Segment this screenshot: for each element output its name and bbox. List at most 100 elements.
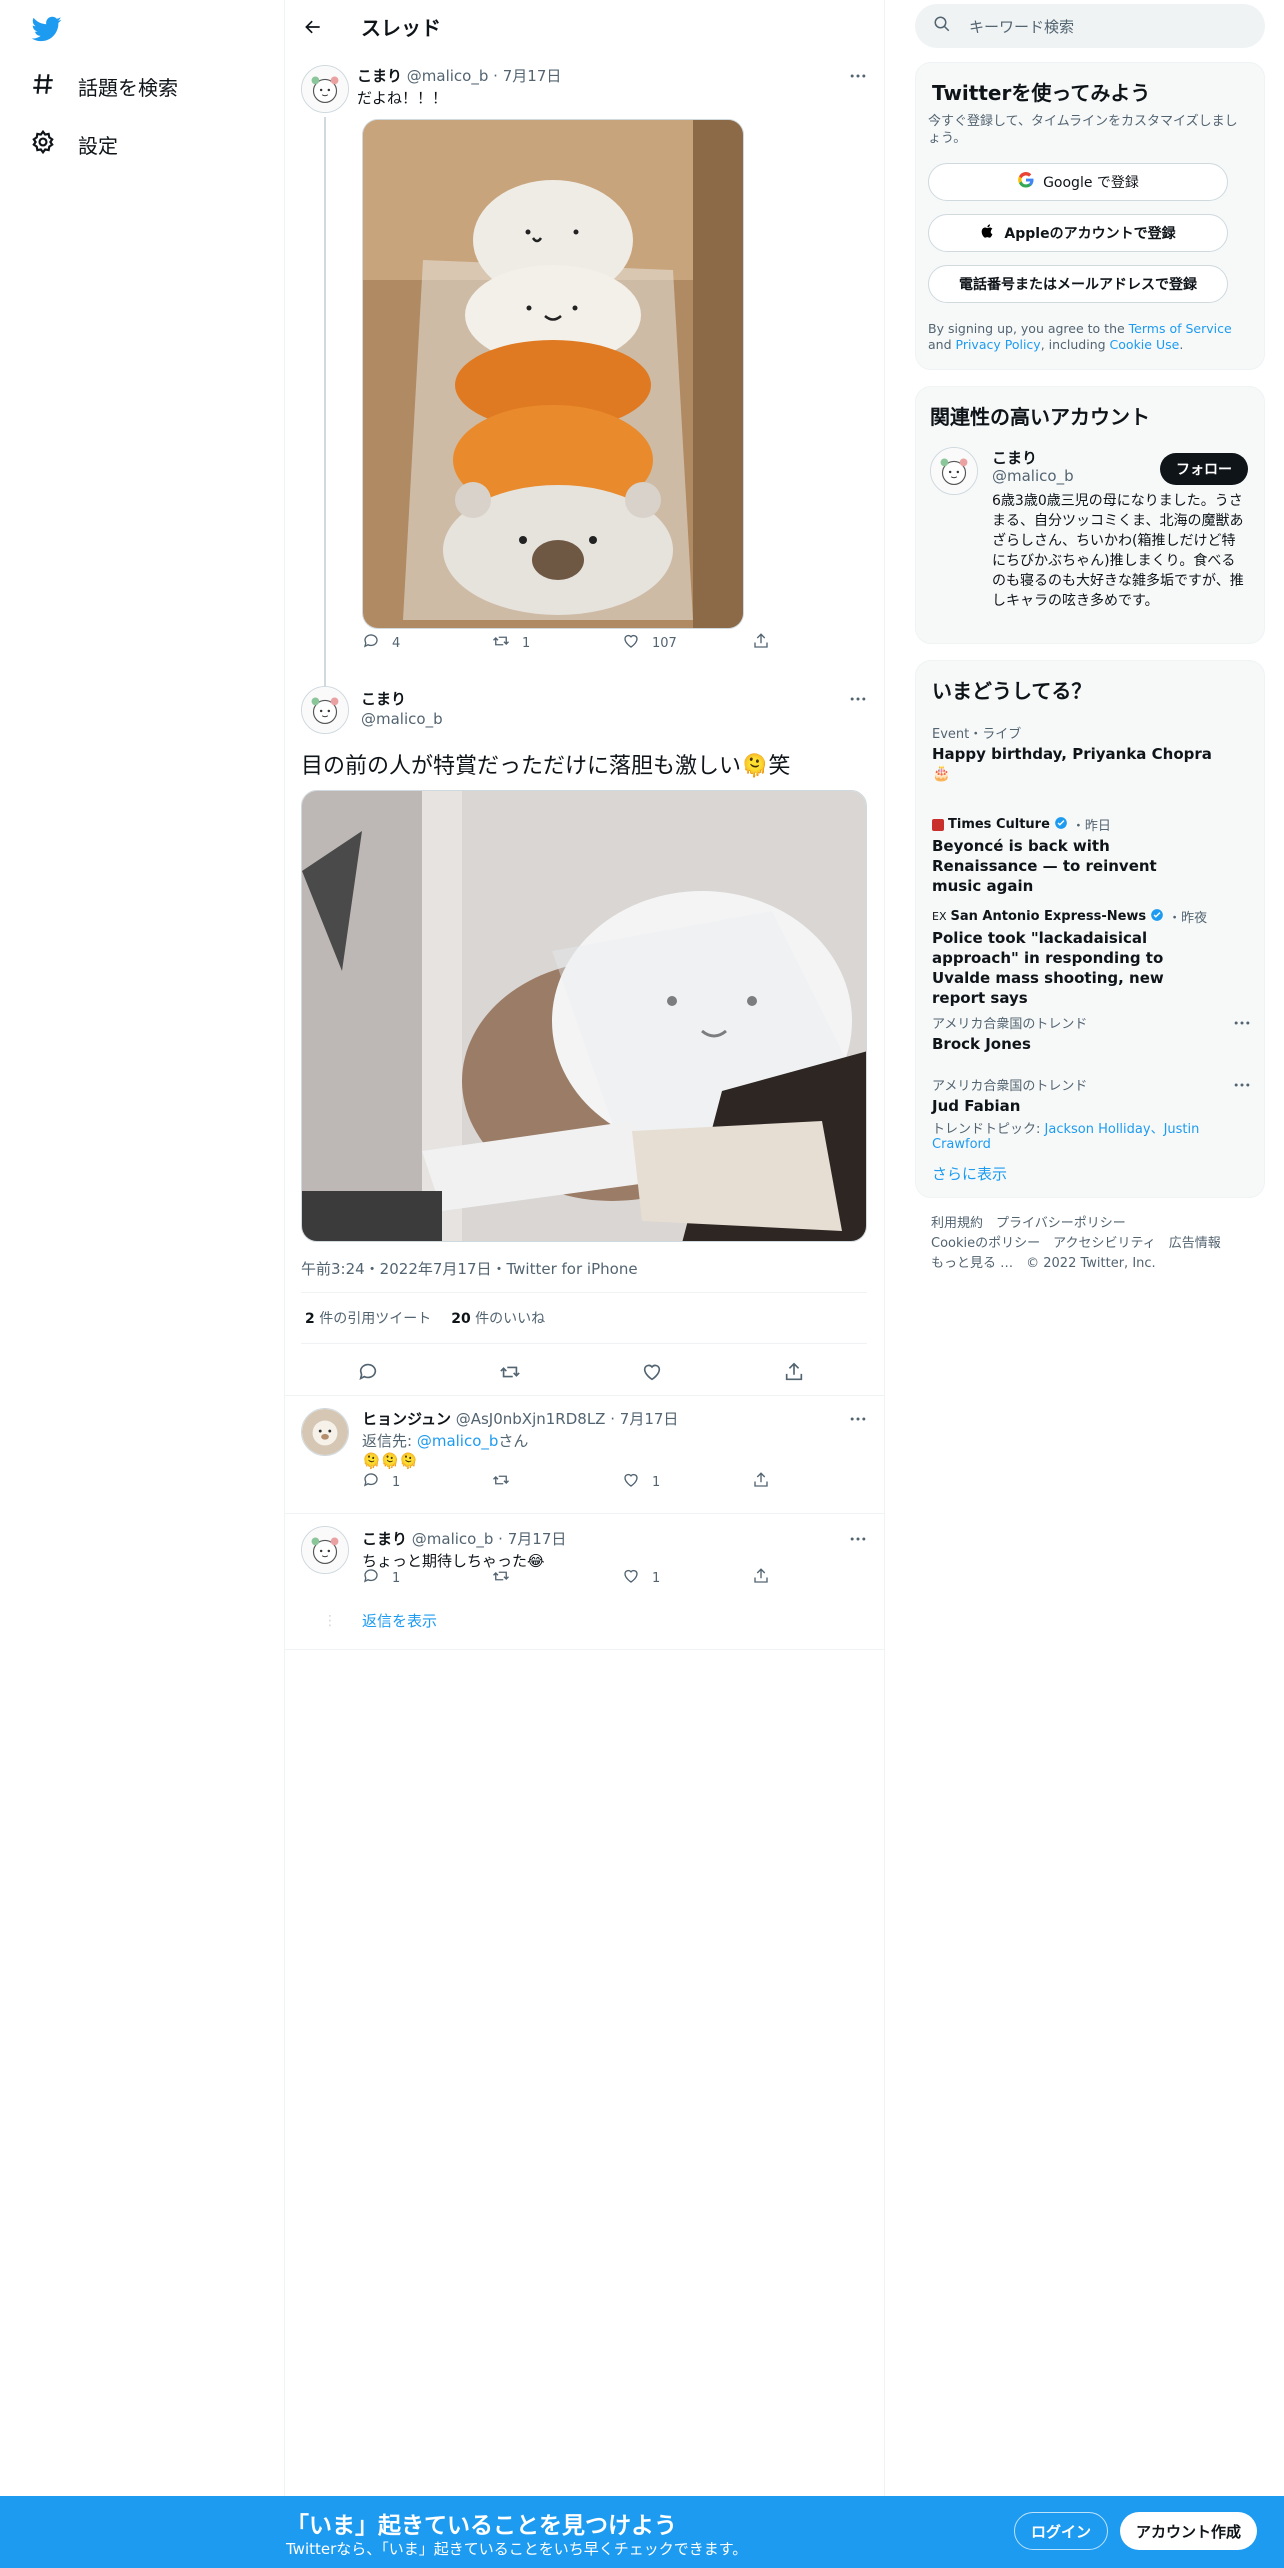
retweet-button[interactable]: 1: [492, 632, 530, 654]
trend-item[interactable]: アメリカ合衆国のトレンド Brock Jones: [932, 1013, 1252, 1054]
quote-tweets-link[interactable]: 2 件の引用ツイート: [305, 1308, 431, 1328]
reply-2-header: こまり @malico_b · 7月17日: [362, 1530, 567, 1548]
reply-button[interactable]: 1: [362, 1567, 400, 1589]
avatar[interactable]: [301, 686, 349, 734]
reply-count: 1: [392, 1474, 401, 1490]
trends-card: いまどうしてる？ Event・ライブ Happy birthday, Priya…: [915, 660, 1265, 1198]
nav-explore-label: 話題を検索: [78, 75, 178, 100]
search-input[interactable]: キーワード検索: [915, 4, 1265, 48]
more-options-icon[interactable]: [1232, 1013, 1252, 1037]
times-culture-icon: [932, 818, 944, 831]
google-signup-button[interactable]: Google で登録: [928, 163, 1228, 201]
back-arrow-icon[interactable]: [301, 15, 325, 39]
reply-icon[interactable]: [357, 1361, 379, 1387]
share-button[interactable]: [752, 632, 770, 654]
related-bio: 6歳3歳0歳三児の母になりました。うさまる、自分ツッコミくま、北海の魔獣あざらし…: [992, 493, 1244, 609]
footer-line-2[interactable]: Cookieのポリシー アクセシビリティ 広告情報: [931, 1234, 1221, 1254]
verified-icon: [1054, 816, 1068, 834]
reply-icon: [362, 632, 380, 654]
avatar[interactable]: [301, 1408, 349, 1456]
more-options-icon[interactable]: [1232, 1075, 1252, 1099]
likes-link[interactable]: 20 件のいいね: [451, 1308, 545, 1328]
reply-to-line: 返信先: @malico_bさん: [362, 1432, 529, 1450]
avatar[interactable]: [930, 447, 978, 495]
heart-icon: [622, 632, 640, 654]
retweet-button[interactable]: [492, 1567, 510, 1589]
twitter-logo-icon[interactable]: [30, 14, 64, 44]
tweet-date[interactable]: 7月17日: [508, 1530, 567, 1548]
author-handle[interactable]: @malico_b: [361, 710, 443, 728]
phone-email-signup-button[interactable]: 電話番号またはメールアドレスで登録: [928, 265, 1228, 303]
more-options-icon[interactable]: [847, 1408, 869, 1430]
privacy-link[interactable]: Privacy Policy: [956, 337, 1041, 352]
more-options-icon[interactable]: [847, 65, 869, 87]
bottom-bar-title: 「いま」起きていることを見つけよう: [286, 2513, 677, 2539]
nav-explore[interactable]: 話題を検索: [30, 66, 178, 106]
tweet-meta[interactable]: 午前3:24・2022年7月17日・Twitter for iPhone: [301, 1258, 638, 1279]
like-button[interactable]: 1: [622, 1567, 660, 1589]
author-name[interactable]: こまり: [361, 688, 406, 709]
share-button[interactable]: [752, 1471, 770, 1493]
footer-line-3[interactable]: もっと見る … © 2022 Twitter, Inc.: [931, 1254, 1221, 1274]
bottom-signup-bar: 「いま」起きていることを見つけよう Twitterなら、「いま」起きていることを…: [0, 2496, 1284, 2568]
avatar[interactable]: [301, 65, 349, 113]
gear-icon: [30, 129, 56, 160]
retweet-button[interactable]: [492, 1471, 510, 1493]
show-more-link[interactable]: さらに表示: [932, 1163, 1007, 1184]
main-tweet: こまり @malico_b 目の前の人が特賞だっただけに落胆も激しい🫠笑 午前3…: [285, 668, 885, 1396]
author-name[interactable]: ヒョンジュン: [362, 1410, 451, 1428]
share-icon[interactable]: [783, 1361, 805, 1387]
footer-line-1[interactable]: 利用規約 プライバシーポリシー: [931, 1214, 1221, 1234]
share-icon: [752, 632, 770, 654]
author-handle[interactable]: @AsJ0nbXjn1RD8LZ: [456, 1410, 606, 1428]
more-options-icon[interactable]: [847, 688, 869, 710]
trend-item[interactable]: EX San Antonio Express-News ・昨夜 Police t…: [932, 907, 1252, 1008]
author-name[interactable]: こまり: [357, 67, 402, 85]
hashtag-icon: [30, 71, 56, 102]
tweet-1[interactable]: こまり @malico_b · 7月17日 だよね！！！ 4 1 107: [285, 53, 885, 707]
share-icon: [752, 1567, 770, 1589]
avatar[interactable]: [301, 1526, 349, 1574]
tweet-date[interactable]: 7月17日: [503, 67, 562, 85]
reply-tweet-2[interactable]: こまり @malico_b · 7月17日 ちょっと期待しちゃった😂 1 1 ⋮…: [285, 1514, 885, 1650]
share-button[interactable]: [752, 1567, 770, 1589]
author-name[interactable]: こまり: [362, 1530, 407, 1548]
follow-button[interactable]: フォロー: [1160, 453, 1248, 485]
retweet-icon: [492, 1567, 510, 1589]
retweet-icon[interactable]: [499, 1361, 521, 1387]
search-icon: [933, 15, 951, 37]
more-options-icon[interactable]: [847, 1528, 869, 1550]
heart-icon: [622, 1471, 640, 1493]
reply-button[interactable]: 4: [362, 632, 400, 654]
tweet-photo[interactable]: [362, 119, 744, 629]
signup-card: Twitterを使ってみよう 今すぐ登録して、タイムラインをカスタマイズしましょ…: [915, 62, 1265, 370]
login-button[interactable]: ログイン: [1014, 2512, 1109, 2550]
trend-item[interactable]: Times Culture ・昨日 Beyoncé is back with R…: [932, 815, 1252, 896]
related-name[interactable]: こまり: [992, 447, 1037, 468]
author-handle[interactable]: @malico_b: [407, 67, 489, 85]
terms-link[interactable]: Terms of Service: [1129, 321, 1232, 336]
tweet-date[interactable]: 7月17日: [620, 1410, 679, 1428]
tweet-photo[interactable]: [301, 790, 867, 1242]
author-handle[interactable]: @malico_b: [412, 1530, 494, 1548]
heart-icon[interactable]: [641, 1361, 663, 1387]
footer-links: 利用規約 プライバシーポリシー Cookieのポリシー アクセシビリティ 広告情…: [931, 1214, 1221, 1274]
like-button[interactable]: 1: [622, 1471, 660, 1493]
nav-settings[interactable]: 設定: [30, 124, 118, 164]
related-handle[interactable]: @malico_b: [992, 467, 1074, 485]
show-replies-link[interactable]: 返信を表示: [362, 1610, 437, 1631]
reply-button[interactable]: 1: [362, 1471, 400, 1493]
trend-item[interactable]: Event・ライブ Happy birthday, Priyanka Chopr…: [932, 723, 1252, 782]
related-title: 関連性の高いアカウント: [930, 405, 1150, 429]
reply-tweet-1[interactable]: ヒョンジュン @AsJ0nbXjn1RD8LZ · 7月17日 返信先: @ma…: [285, 1396, 885, 1514]
create-account-button[interactable]: アカウント作成: [1120, 2512, 1258, 2550]
trend-item[interactable]: アメリカ合衆国のトレンド Jud Fabian トレンドトピック: Jackso…: [932, 1075, 1252, 1152]
apple-signup-button[interactable]: Appleのアカウントで登録: [928, 214, 1228, 252]
tweet-text: 目の前の人が特賞だっただけに落胆も激しい🫠笑: [301, 754, 791, 779]
cookie-link[interactable]: Cookie Use: [1110, 337, 1180, 352]
reply-1-header: ヒョンジュン @AsJ0nbXjn1RD8LZ · 7月17日: [362, 1410, 679, 1428]
signup-subtitle: 今すぐ登録して、タイムラインをカスタマイズしましょう。: [928, 114, 1238, 146]
like-button[interactable]: 107: [622, 632, 677, 654]
reply-to-handle[interactable]: @malico_b: [417, 1432, 499, 1450]
search-placeholder: キーワード検索: [969, 17, 1075, 36]
